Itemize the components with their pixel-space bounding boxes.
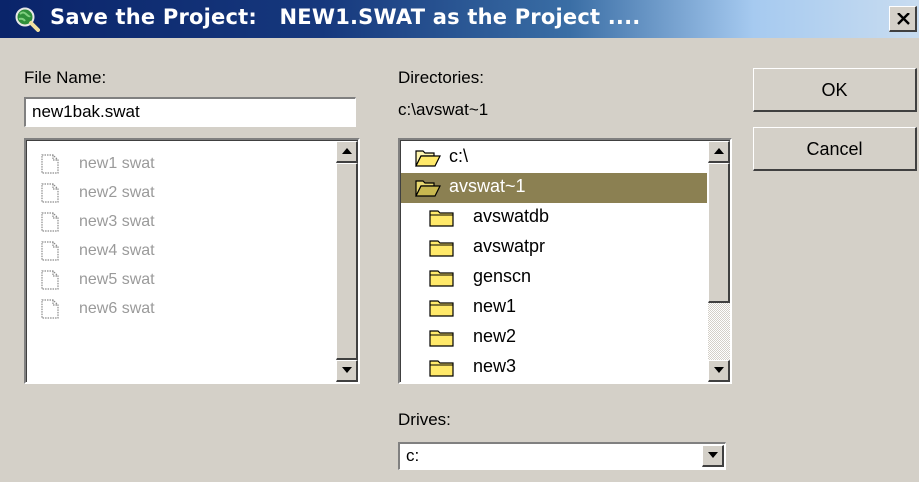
directory-name: new3 bbox=[473, 356, 517, 376]
file-name-input[interactable]: new1bak.swat bbox=[24, 97, 356, 127]
folder-icon bbox=[429, 270, 454, 287]
folder-icon bbox=[429, 210, 454, 227]
ok-button[interactable]: OK bbox=[753, 68, 917, 112]
drives-label: Drives: bbox=[398, 410, 451, 429]
folder-icon bbox=[429, 330, 454, 347]
file-list-item[interactable]: new1 swat bbox=[41, 151, 321, 177]
title-bar[interactable]: Save the Project: NEW1.SWAT as the Proje… bbox=[0, 0, 919, 38]
window-title: Save the Project: NEW1.SWAT as the Proje… bbox=[50, 5, 641, 29]
document-icon bbox=[41, 241, 59, 261]
dir-scroll-down-button[interactable] bbox=[708, 360, 730, 382]
arrow-up-icon bbox=[714, 148, 724, 154]
document-icon bbox=[41, 299, 59, 319]
directory-name: new1 bbox=[473, 296, 517, 316]
directory-list-scrollbar[interactable] bbox=[708, 141, 730, 382]
file-list-item[interactable]: new4 swat bbox=[41, 238, 321, 264]
file-list-item[interactable]: new6 swat bbox=[41, 296, 321, 322]
chevron-down-icon bbox=[708, 452, 718, 458]
file-list-item[interactable]: new5 swat bbox=[41, 267, 321, 293]
directory-name: new2 bbox=[473, 326, 517, 346]
file-list[interactable]: new1 swat new2 swat new3 swat new4 swat new5… bbox=[24, 138, 360, 384]
directories-label: Directories: bbox=[398, 68, 484, 87]
folder-icon bbox=[429, 300, 454, 317]
open-folder-icon bbox=[415, 150, 441, 167]
globe-magnifier-icon bbox=[15, 7, 40, 32]
open-folder-icon bbox=[415, 180, 441, 197]
file-name: new1 swat bbox=[79, 155, 155, 172]
directory-name: genscn bbox=[473, 266, 532, 286]
folder-icon bbox=[429, 360, 454, 377]
file-list-item[interactable]: new3 swat bbox=[41, 209, 321, 235]
file-name-label: File Name: bbox=[24, 68, 107, 87]
file-scroll-up-button[interactable] bbox=[336, 141, 358, 163]
directory-item[interactable]: genscn bbox=[415, 263, 705, 293]
close-icon bbox=[897, 13, 910, 25]
close-button[interactable] bbox=[889, 6, 917, 32]
file-name: new2 swat bbox=[79, 184, 155, 201]
directory-name: avswat~1 bbox=[449, 176, 526, 196]
file-name: new6 swat bbox=[79, 300, 155, 317]
drives-dropdown-button[interactable] bbox=[702, 445, 724, 467]
file-list-scrollbar[interactable] bbox=[336, 141, 358, 382]
drives-value: c: bbox=[406, 446, 420, 465]
arrow-down-icon bbox=[714, 367, 724, 373]
directory-item[interactable]: c:\ bbox=[415, 143, 705, 173]
document-icon bbox=[41, 183, 59, 203]
file-name: new3 swat bbox=[79, 213, 155, 230]
cancel-button[interactable]: Cancel bbox=[753, 127, 917, 171]
file-scroll-track[interactable] bbox=[336, 163, 358, 360]
directory-item[interactable]: new1 bbox=[415, 293, 705, 323]
directory-item[interactable]: avswatdb bbox=[415, 203, 705, 233]
directory-name: avswatdb bbox=[473, 206, 550, 226]
directory-name: avswatpr bbox=[473, 236, 546, 256]
file-scroll-down-button[interactable] bbox=[336, 360, 358, 382]
directory-item[interactable]: new3 bbox=[415, 353, 705, 382]
document-icon bbox=[41, 270, 59, 290]
file-list-item[interactable]: new2 swat bbox=[41, 180, 321, 206]
dir-scroll-up-button[interactable] bbox=[708, 141, 730, 163]
file-name: new4 swat bbox=[79, 242, 155, 259]
directory-item[interactable]: avswat~1 bbox=[401, 173, 707, 203]
folder-icon bbox=[429, 240, 454, 257]
file-name-value: new1bak.swat bbox=[32, 102, 140, 121]
arrow-down-icon bbox=[342, 367, 352, 373]
document-icon bbox=[41, 154, 59, 174]
file-name: new5 swat bbox=[79, 271, 155, 288]
directory-item[interactable]: new2 bbox=[415, 323, 705, 353]
save-project-dialog: Save the Project: NEW1.SWAT as the Proje… bbox=[0, 0, 919, 482]
current-path: c:\avswat~1 bbox=[398, 100, 489, 119]
drives-select[interactable]: c: bbox=[398, 442, 726, 470]
directory-name: c:\ bbox=[449, 146, 469, 166]
directory-item[interactable]: avswatpr bbox=[415, 233, 705, 263]
arrow-up-icon bbox=[342, 148, 352, 154]
directory-list[interactable]: c:\ avswat~1 avswatdb avswatpr genscn new1 new… bbox=[398, 138, 732, 384]
document-icon bbox=[41, 212, 59, 232]
dir-scroll-thumb[interactable] bbox=[708, 163, 730, 303]
